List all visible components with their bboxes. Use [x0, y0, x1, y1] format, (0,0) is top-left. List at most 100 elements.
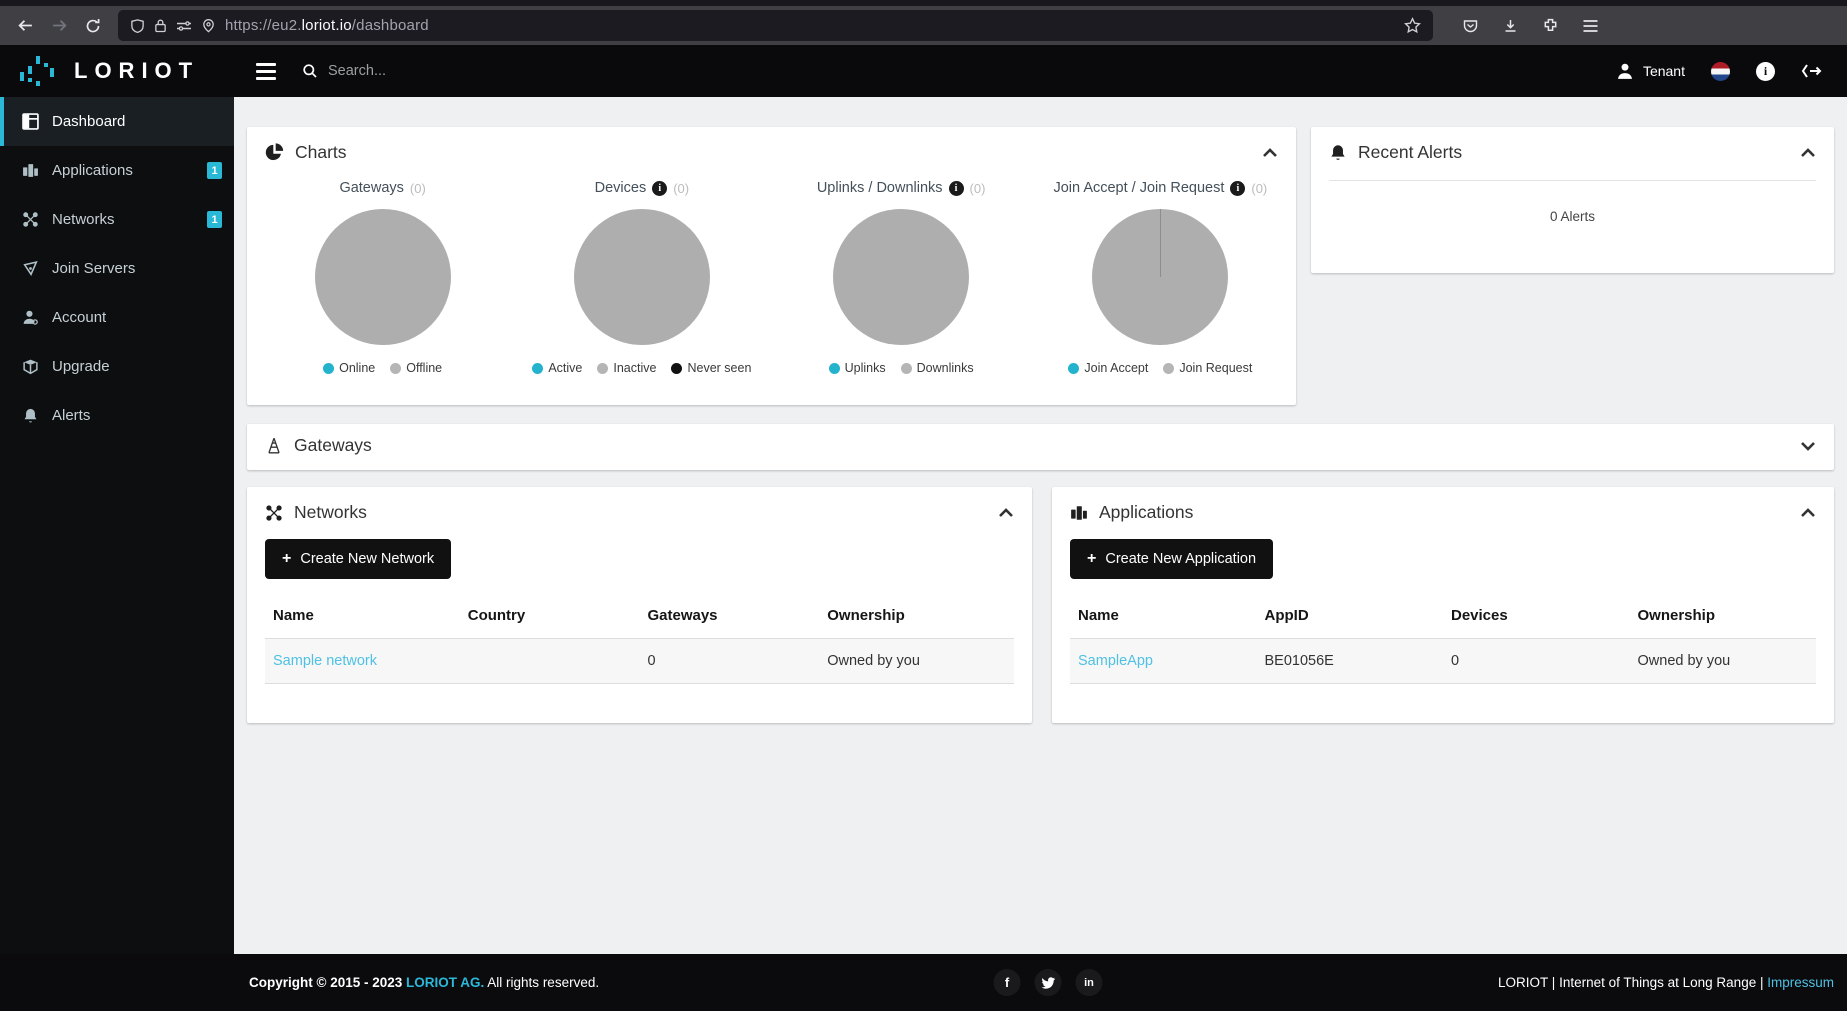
table-row: SampleApp BE01056E 0 Owned by you: [1070, 639, 1816, 684]
url-text: https://eu2.loriot.io/dashboard: [225, 17, 429, 34]
twitter-icon[interactable]: [1035, 969, 1062, 996]
join-pie[interactable]: [1092, 209, 1228, 345]
lock-icon[interactable]: [154, 18, 167, 33]
loriot-ag-link[interactable]: LORIOT AG.: [406, 975, 484, 990]
sidebar-toggle-icon[interactable]: [256, 63, 276, 80]
devices-pie[interactable]: [574, 209, 710, 345]
browser-toolbar: https://eu2.loriot.io/dashboard: [0, 0, 1847, 45]
loriot-logo[interactable]: LORIOT: [0, 54, 234, 88]
create-new-network-button[interactable]: + Create New Network: [265, 539, 451, 579]
extensions-puzzle-icon[interactable]: [1535, 11, 1565, 41]
applications-panel: Applications + Create New Application Na…: [1052, 487, 1834, 723]
application-link[interactable]: SampleApp: [1078, 653, 1153, 669]
chart-title: Devices: [595, 180, 647, 196]
sidebar-item-label: Applications: [52, 162, 133, 179]
downloads-icon[interactable]: [1495, 11, 1525, 41]
uplinks-downlinks-pie[interactable]: [833, 209, 969, 345]
gateways-pie[interactable]: [315, 209, 451, 345]
legend-dot: [901, 363, 912, 374]
global-search: [302, 63, 548, 79]
alerts-collapse-chevron-icon[interactable]: [1800, 148, 1816, 158]
impressum-link[interactable]: Impressum: [1767, 975, 1834, 990]
applications-collapse-chevron-icon[interactable]: [1800, 508, 1816, 518]
applications-table: Name AppID Devices Ownership SampleApp B…: [1070, 599, 1816, 684]
sidebar-item-alerts[interactable]: Alerts: [0, 391, 234, 440]
sidebar-item-account[interactable]: Account: [0, 293, 234, 342]
alerts-empty-text: 0 Alerts: [1311, 181, 1834, 224]
networks-panel-title: Networks: [294, 502, 367, 523]
chart-count: (0): [410, 181, 426, 196]
account-icon: [22, 309, 39, 326]
charts-collapse-chevron-icon[interactable]: [1262, 148, 1278, 158]
sidebar-item-label: Upgrade: [52, 358, 110, 375]
application-ownership-cell: Owned by you: [1630, 639, 1817, 684]
column-header: Name: [1070, 599, 1257, 639]
sidebar-item-label: Networks: [52, 211, 115, 228]
search-input[interactable]: [328, 63, 548, 79]
chart-count: (0): [1251, 181, 1267, 196]
legend-label: Downlinks: [917, 361, 974, 375]
column-header: Name: [265, 599, 460, 639]
chart-title: Gateways: [339, 180, 403, 196]
permissions-icon[interactable]: [176, 19, 192, 33]
legend-dot: [829, 363, 840, 374]
uplinks-info-icon[interactable]: [949, 181, 964, 196]
user-label: Tenant: [1643, 63, 1685, 79]
chart-count: (0): [970, 181, 986, 196]
legend-label: Join Request: [1179, 361, 1252, 375]
network-gateways-cell: 0: [639, 639, 819, 684]
browser-back-button[interactable]: [10, 11, 40, 41]
network-ownership-cell: Owned by you: [819, 639, 1014, 684]
tracking-shield-icon[interactable]: [130, 18, 145, 34]
legend-label: Active: [548, 361, 582, 375]
column-header: Country: [460, 599, 640, 639]
linkedin-icon[interactable]: in: [1076, 969, 1103, 996]
sidebar-item-label: Join Servers: [52, 260, 135, 277]
bookmark-star-icon[interactable]: [1404, 17, 1421, 34]
networks-icon: [22, 211, 39, 228]
charts-panel: Charts Gateways(0) Online Offline Device…: [247, 127, 1296, 405]
location-pin-icon[interactable]: [201, 18, 216, 33]
networks-panel: Networks + Create New Network Name Count…: [247, 487, 1032, 723]
column-header: Ownership: [1630, 599, 1817, 639]
facebook-icon[interactable]: f: [994, 969, 1021, 996]
chart-title: Join Accept / Join Request: [1053, 180, 1224, 196]
browser-reload-button[interactable]: [78, 11, 108, 41]
alerts-bell-icon: [22, 407, 39, 424]
devices-chart: Devices(0) Active Inactive Never seen: [512, 180, 771, 375]
recent-alerts-panel: Recent Alerts 0 Alerts: [1311, 127, 1834, 273]
applications-panel-title: Applications: [1099, 502, 1193, 523]
applications-icon: [22, 162, 39, 179]
browser-menu-icon[interactable]: [1575, 11, 1605, 41]
application-devices-cell: 0: [1443, 639, 1630, 684]
gateways-chart: Gateways(0) Online Offline: [253, 180, 512, 375]
main-content: Charts Gateways(0) Online Offline Device…: [234, 97, 1847, 954]
language-flag-icon[interactable]: [1711, 62, 1730, 81]
join-info-icon[interactable]: [1230, 181, 1245, 196]
browser-forward-button[interactable]: [44, 11, 74, 41]
legend-dot: [532, 363, 543, 374]
sidebar-item-applications[interactable]: Applications 1: [0, 146, 234, 195]
legend-dot: [323, 363, 334, 374]
application-appid-cell: BE01056E: [1257, 639, 1444, 684]
sidebar-item-join-servers[interactable]: Join Servers: [0, 244, 234, 293]
address-bar[interactable]: https://eu2.loriot.io/dashboard: [118, 10, 1433, 41]
sidebar-item-dashboard[interactable]: Dashboard: [0, 97, 234, 146]
plus-icon: +: [282, 550, 291, 568]
sidebar-item-networks[interactable]: Networks 1: [0, 195, 234, 244]
sidebar-item-upgrade[interactable]: Upgrade: [0, 342, 234, 391]
pocket-icon[interactable]: [1455, 11, 1485, 41]
column-header: Devices: [1443, 599, 1630, 639]
networks-collapse-chevron-icon[interactable]: [998, 508, 1014, 518]
join-chart: Join Accept / Join Request(0) Join Accep…: [1031, 180, 1290, 375]
logout-icon[interactable]: [1801, 62, 1823, 80]
network-link[interactable]: Sample network: [273, 653, 377, 669]
info-icon[interactable]: [1756, 62, 1775, 81]
pie-chart-icon: [265, 143, 284, 162]
sidebar: Dashboard Applications 1 Networks 1 Join…: [0, 97, 234, 954]
gateways-expand-chevron-icon[interactable]: [1800, 441, 1816, 451]
user-menu[interactable]: Tenant: [1616, 62, 1685, 80]
app-navbar: LORIOT Tenant: [0, 45, 1847, 97]
create-new-application-button[interactable]: + Create New Application: [1070, 539, 1273, 579]
devices-info-icon[interactable]: [652, 181, 667, 196]
